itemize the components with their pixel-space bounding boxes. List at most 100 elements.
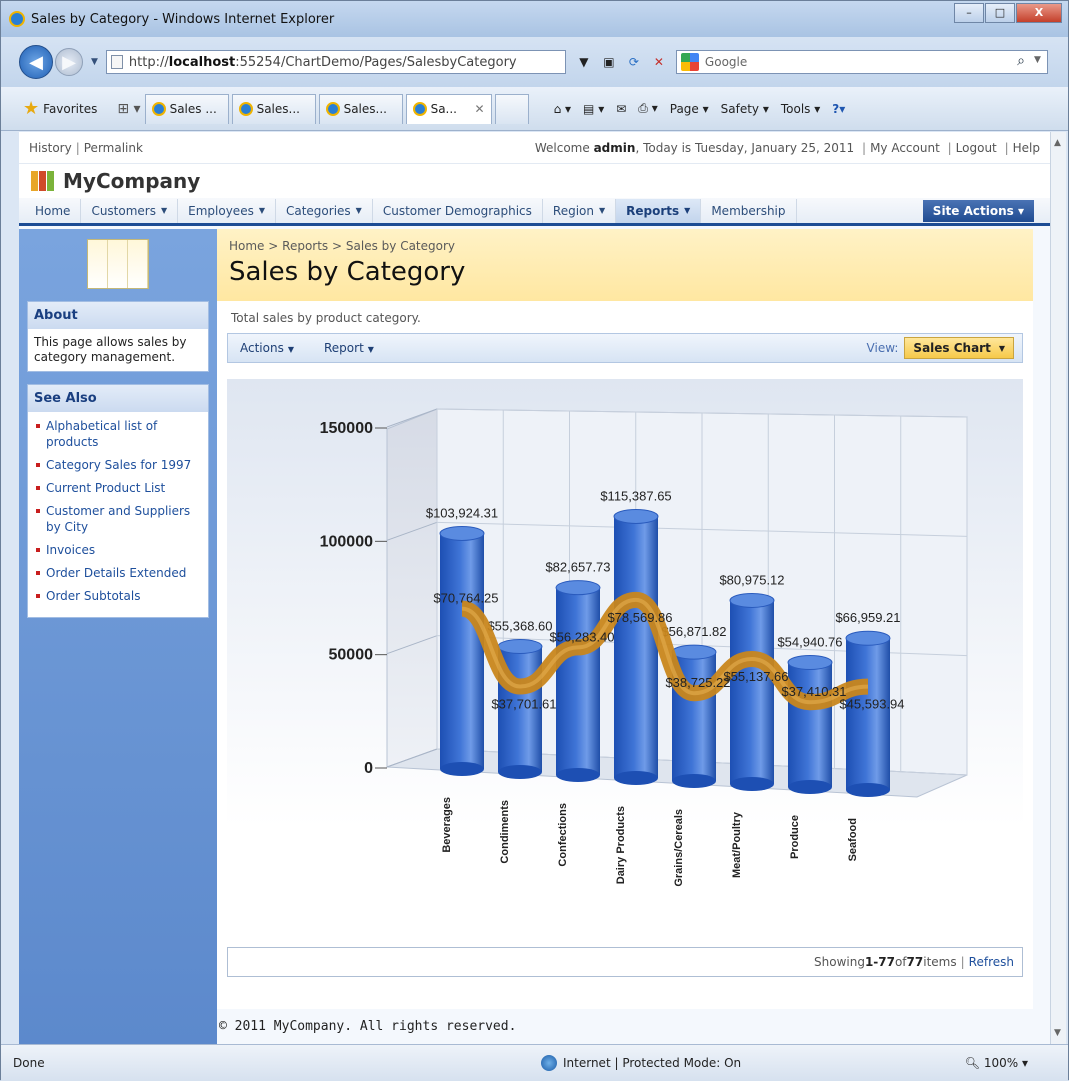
welcome-date: , Today is Tuesday, January 25, 2011	[635, 140, 855, 155]
menu-label: Membership	[711, 203, 786, 218]
address-bar[interactable]: http://localhost:55254/ChartDemo/Pages/S…	[105, 50, 566, 74]
menu-label: Employees	[188, 203, 254, 218]
menu-reports[interactable]: Reports ▼	[616, 198, 702, 223]
quick-tabs-icon[interactable]: ⊞ ▾	[117, 101, 140, 117]
company-name: MyCompany	[63, 169, 201, 193]
see-also-link[interactable]: Category Sales for 1997	[34, 457, 202, 473]
bar-base	[440, 762, 484, 776]
logout-link[interactable]: Logout	[956, 141, 997, 155]
sales-chart-svg: 150000 100000 50000 0 $103,924.31 Beverages $5…	[320, 408, 968, 887]
tab-label: Sa...	[430, 102, 457, 116]
browser-tab-active[interactable]: Sa... ✕	[405, 93, 492, 124]
refresh-icon[interactable]: ⟳	[623, 51, 645, 73]
maximize-button[interactable]: □	[985, 3, 1015, 23]
divider: |	[1004, 140, 1009, 155]
close-window-button[interactable]: X	[1016, 3, 1062, 23]
url-rest: :55254/ChartDemo/Pages/SalesbyCategory	[235, 54, 517, 70]
my-account-link[interactable]: My Account	[870, 141, 940, 155]
search-icon[interactable]: ⌕	[1017, 53, 1025, 69]
page-menu[interactable]: Page ▾	[670, 102, 709, 116]
close-tab-icon[interactable]: ✕	[475, 102, 485, 116]
browser-tab[interactable]: Sales...	[318, 93, 403, 124]
bar-base	[498, 765, 542, 779]
back-button[interactable]: ◀	[19, 45, 53, 79]
about-box: About This page allows sales by category…	[27, 301, 209, 372]
report-menu[interactable]: Report ▼	[324, 341, 374, 355]
scroll-up-icon[interactable]: ▲	[1054, 138, 1061, 148]
menu-customer-demographics[interactable]: Customer Demographics	[373, 198, 543, 223]
menu-membership[interactable]: Membership	[701, 198, 797, 223]
tab-label: Sales ...	[169, 102, 217, 116]
menu-customers[interactable]: Customers ▼	[81, 198, 179, 223]
company-logo-icon	[31, 171, 55, 191]
vertical-scrollbar[interactable]: ▲ ▼	[1050, 132, 1066, 1044]
favorites-button[interactable]: ★ Favorites	[23, 98, 97, 119]
browser-tab[interactable]: Sales...	[231, 93, 316, 124]
main-content: Home > Reports > Sales by Category Sales…	[217, 229, 1033, 1009]
page-title: Sales by Category	[229, 257, 466, 287]
x-tick-label: Dairy Products	[615, 806, 627, 884]
action-bar: Actions ▼ Report ▼ View: Sales Chart ▼	[227, 333, 1023, 363]
y-tick-label: 0	[364, 760, 373, 777]
x-tick-label: Seafood	[847, 818, 859, 861]
permalink-link[interactable]: Permalink	[84, 141, 143, 155]
bar-base	[730, 777, 774, 791]
zoom-control[interactable]: 🔍︎ 100% ▾	[965, 1056, 1028, 1070]
breadcrumb-reports[interactable]: Reports	[282, 239, 328, 253]
safety-menu[interactable]: Safety ▾	[721, 102, 769, 116]
compatibility-icon[interactable]: ▣	[598, 51, 620, 73]
feeds-icon[interactable]: ▤ ▾	[583, 102, 604, 116]
search-dropdown-icon[interactable]: ▼	[1034, 55, 1041, 65]
chevron-down-icon: ▼	[160, 206, 168, 215]
help-link[interactable]: Help	[1013, 141, 1040, 155]
menu-categories[interactable]: Categories ▼	[276, 198, 373, 223]
see-also-link[interactable]: Current Product List	[34, 480, 202, 496]
data-label-secondary: $78,569.86	[607, 610, 672, 625]
footer: © 2011 MyCompany. All rights reserved.	[219, 1019, 517, 1034]
browser-tab[interactable]: Sales ...	[144, 93, 229, 124]
menu-home[interactable]: Home	[25, 198, 82, 223]
actions-menu[interactable]: Actions ▼	[240, 341, 294, 355]
page-description: Total sales by product category.	[231, 311, 421, 325]
history-dropdown-icon[interactable]: ▼	[91, 57, 98, 67]
print-icon[interactable]: ⎙ ▾	[638, 101, 657, 116]
see-also-link[interactable]: Order Details Extended	[34, 565, 202, 581]
minimize-button[interactable]: –	[954, 3, 984, 23]
bar	[788, 662, 832, 787]
view-dropdown[interactable]: Sales Chart ▼	[904, 337, 1014, 359]
mail-icon[interactable]: ✉	[616, 102, 626, 116]
stop-icon[interactable]: ✕	[648, 51, 670, 73]
tools-menu[interactable]: Tools ▾	[781, 102, 820, 116]
history-link[interactable]: History	[29, 141, 72, 155]
about-text: This page allows sales by category manag…	[34, 335, 187, 364]
favorites-label: Favorites	[43, 101, 98, 116]
security-zone[interactable]: Internet | Protected Mode: On	[541, 1055, 741, 1071]
help-icon[interactable]: ?▾	[832, 102, 845, 116]
see-also-link[interactable]: Order Subtotals	[34, 588, 202, 604]
zoom-value: 100%	[983, 1056, 1019, 1070]
y-tick-label: 50000	[329, 647, 374, 664]
breadcrumb-home[interactable]: Home	[229, 239, 264, 253]
see-also-link[interactable]: Customer and Suppliers by City	[34, 503, 202, 535]
tab-ie-icon	[151, 102, 166, 116]
see-also-link[interactable]: Invoices	[34, 542, 202, 558]
view-selector: View: Sales Chart ▼	[867, 337, 1014, 359]
menu-employees[interactable]: Employees ▼	[178, 198, 276, 223]
scroll-down-icon[interactable]: ▼	[1054, 1028, 1061, 1038]
data-label: $56,871.82	[661, 624, 726, 639]
welcome-text: Welcome admin, Today is Tuesday, January…	[535, 141, 1040, 155]
search-box[interactable]: Google ⌕ ▼	[675, 50, 1048, 74]
see-also-link[interactable]: Alphabetical list of products	[34, 418, 202, 450]
breadcrumb: Home > Reports > Sales by Category	[229, 239, 1021, 253]
address-dropdown-icon[interactable]: ▼	[573, 51, 595, 73]
chevron-down-icon: ▼	[258, 206, 265, 215]
menu-region[interactable]: Region ▼	[543, 198, 617, 223]
x-tick-label: Meat/Poultry	[731, 811, 743, 878]
bar-top	[671, 644, 717, 660]
refresh-link[interactable]: Refresh	[969, 955, 1014, 969]
new-tab-button[interactable]	[494, 93, 529, 124]
see-also-title: See Also	[28, 385, 208, 412]
forward-button[interactable]: ▶	[55, 48, 83, 76]
home-icon[interactable]: ⌂ ▾	[554, 102, 571, 116]
site-actions-button[interactable]: Site Actions ▾	[922, 200, 1034, 222]
